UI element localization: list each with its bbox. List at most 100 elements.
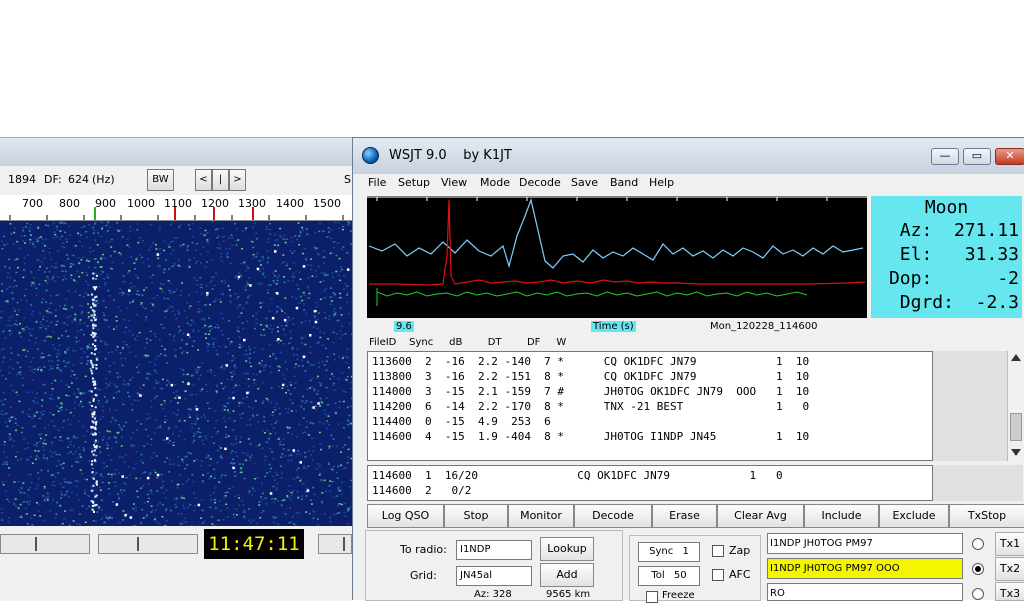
moon-doppler: Dop: -2	[871, 268, 1019, 289]
menu-setup[interactable]: Setup	[398, 176, 430, 189]
sync-value: 1	[676, 546, 688, 557]
decode-row[interactable]: 113600 2 -16 2.2 -140 7 * CQ OK1DFC JN79…	[372, 355, 809, 368]
waterfall-display[interactable]	[0, 221, 352, 526]
tx1-radio[interactable]	[972, 538, 984, 550]
exclude-button[interactable]: Exclude	[879, 504, 949, 528]
waterfall-window: 1894 DF: 624 (Hz) BW < | > S 700 800 900…	[0, 137, 356, 600]
tx1-button[interactable]: Tx1	[995, 532, 1024, 556]
command-buttons: Log QSO Stop Monitor Decode Erase Clear …	[367, 504, 1024, 528]
afc-checkbox[interactable]	[712, 569, 724, 581]
to-radio-label: To radio:	[400, 543, 447, 556]
time-axis-label: Time (s)	[591, 321, 636, 332]
minimize-button[interactable]: —	[931, 148, 959, 165]
restore-button[interactable]: ▭	[963, 148, 991, 165]
zap-label: Zap	[729, 544, 750, 557]
menu-mode[interactable]: Mode	[480, 176, 510, 189]
nav-left-button[interactable]: <	[195, 169, 212, 191]
menu-bar: File Setup View Mode Decode Save Band He…	[353, 174, 1024, 194]
menu-file[interactable]: File	[368, 176, 386, 189]
average-list-gutter	[933, 465, 1023, 501]
menu-help[interactable]: Help	[649, 176, 674, 189]
scroll-up-icon[interactable]	[1011, 354, 1021, 361]
sync-label: Sync	[649, 546, 673, 557]
freeze-checkbox[interactable]	[646, 591, 658, 603]
grid-input[interactable]: JN45al	[456, 566, 532, 586]
plot-footer: 9.6 Time (s) Mon_120228_114600	[353, 319, 1024, 335]
close-button[interactable]: ✕	[995, 148, 1024, 165]
monitor-button[interactable]: Monitor	[508, 504, 574, 528]
freq-readout: 1894	[8, 173, 36, 186]
window-titlebar: WSJT 9.0 by K1JT — ▭ ✕	[353, 138, 1024, 174]
erase-button[interactable]: Erase	[652, 504, 717, 528]
moon-el: El: 31.33	[871, 244, 1019, 265]
wsjt-main-window: WSJT 9.0 by K1JT — ▭ ✕ File Setup View M…	[352, 137, 1024, 600]
stop-button[interactable]: Stop	[444, 504, 508, 528]
window-title: WSJT 9.0 by K1JT	[389, 148, 512, 163]
file-timestamp: Mon_120228_114600	[710, 321, 817, 332]
decode-row[interactable]: 114000 3 -15 2.1 -159 7 # JH0TOG OK1DFC …	[372, 385, 809, 398]
scroll-thumb[interactable]	[1010, 413, 1022, 441]
average-list[interactable]: 114600 1 16/20 CQ OK1DFC JN79 1 0 114600…	[367, 465, 933, 501]
frequency-scale: 700 800 900 1000 1100 1200 1300 1400 150…	[0, 195, 352, 221]
scroll-down-icon[interactable]	[1011, 449, 1021, 456]
decode-column-header: FileID Sync dB DT DF W	[369, 337, 566, 348]
grid-label: Grid:	[410, 569, 437, 582]
txstop-button[interactable]: TxStop	[949, 504, 1024, 528]
decode-row[interactable]: 114200 6 -14 2.2 -170 8 * TNX -21 BEST 1…	[372, 400, 809, 413]
tx3-radio[interactable]	[972, 588, 984, 600]
freeze-label: Freeze	[662, 590, 695, 601]
menu-decode[interactable]: Decode	[519, 176, 561, 189]
utc-clock: 11:47:11	[204, 529, 304, 559]
tx2-message-input[interactable]: I1NDP JH0TOG PM97 OOO	[767, 558, 963, 579]
log-qso-button[interactable]: Log QSO	[367, 504, 444, 528]
moon-title: Moon	[871, 197, 1022, 218]
tx3-button[interactable]: Tx3	[995, 582, 1024, 601]
menu-save[interactable]: Save	[571, 176, 598, 189]
tx2-button[interactable]: Tx2	[995, 557, 1024, 581]
include-button[interactable]: Include	[804, 504, 879, 528]
decode-row[interactable]: 114400 0 -15 4.9 253 6	[372, 415, 551, 428]
nav-right-button[interactable]: >	[229, 169, 246, 191]
toolbar-edge-text: S	[344, 173, 351, 186]
contrast-slider[interactable]	[98, 534, 198, 554]
globe-icon	[362, 147, 379, 164]
zap-checkbox[interactable]	[712, 545, 724, 557]
decode-row[interactable]: 114600 4 -15 1.9 -404 8 * JH0TOG I1NDP J…	[372, 430, 809, 443]
sync-plot-graphics	[367, 196, 867, 318]
tx3-message-input[interactable]: RO	[767, 583, 963, 601]
lookup-button[interactable]: Lookup	[540, 537, 594, 561]
add-button[interactable]: Add	[540, 563, 594, 587]
azimuth-readout: Az: 328	[474, 589, 512, 600]
menu-band[interactable]: Band	[610, 176, 638, 189]
brightness-slider[interactable]	[0, 534, 90, 554]
df-value: 624	[68, 173, 89, 186]
df-label: DF:	[44, 173, 62, 186]
moon-degradation: Dgrd: -2.3	[871, 292, 1019, 313]
sync-spinner[interactable]: Sync 1	[638, 542, 700, 562]
afc-label: AFC	[729, 568, 751, 581]
moon-az: Az: 271.11	[871, 220, 1019, 241]
tol-spinner[interactable]: Tol 50	[638, 566, 700, 586]
df-unit: (Hz)	[92, 173, 115, 186]
to-radio-input[interactable]: I1NDP	[456, 540, 532, 560]
tx1-message-input[interactable]: I1NDP JH0TOG PM97	[767, 533, 963, 554]
plot-value-label: 9.6	[394, 321, 414, 332]
decode-row[interactable]: 113800 3 -16 2.2 -151 8 * CQ OK1DFC JN79…	[372, 370, 809, 383]
decode-button[interactable]: Decode	[574, 504, 652, 528]
decode-list[interactable]: 113600 2 -16 2.2 -140 7 * CQ OK1DFC JN79…	[367, 351, 933, 461]
tx2-radio[interactable]	[972, 563, 984, 575]
tx-messages-panel: I1NDP JH0TOG PM97 Tx1 I1NDP JH0TOG PM97 …	[767, 530, 1024, 601]
tol-label: Tol	[651, 570, 664, 581]
menu-view[interactable]: View	[441, 176, 467, 189]
average-row[interactable]: 114600 1 16/20 CQ OK1DFC JN79 1 0	[372, 469, 783, 482]
speed-slider[interactable]	[318, 534, 352, 554]
average-row[interactable]: 114600 2 0/2	[372, 484, 471, 497]
nav-center-button[interactable]: |	[212, 169, 229, 191]
decode-options-panel: Sync 1 Zap Tol 50 AFC Freeze	[629, 535, 761, 601]
decode-scrollbar[interactable]	[1007, 351, 1023, 461]
bw-button[interactable]: BW	[147, 169, 174, 191]
waterfall-titlebar	[0, 138, 356, 166]
tol-value: 50	[668, 570, 687, 581]
distance-readout: 9565 km	[546, 589, 590, 600]
clear-avg-button[interactable]: Clear Avg	[717, 504, 804, 528]
